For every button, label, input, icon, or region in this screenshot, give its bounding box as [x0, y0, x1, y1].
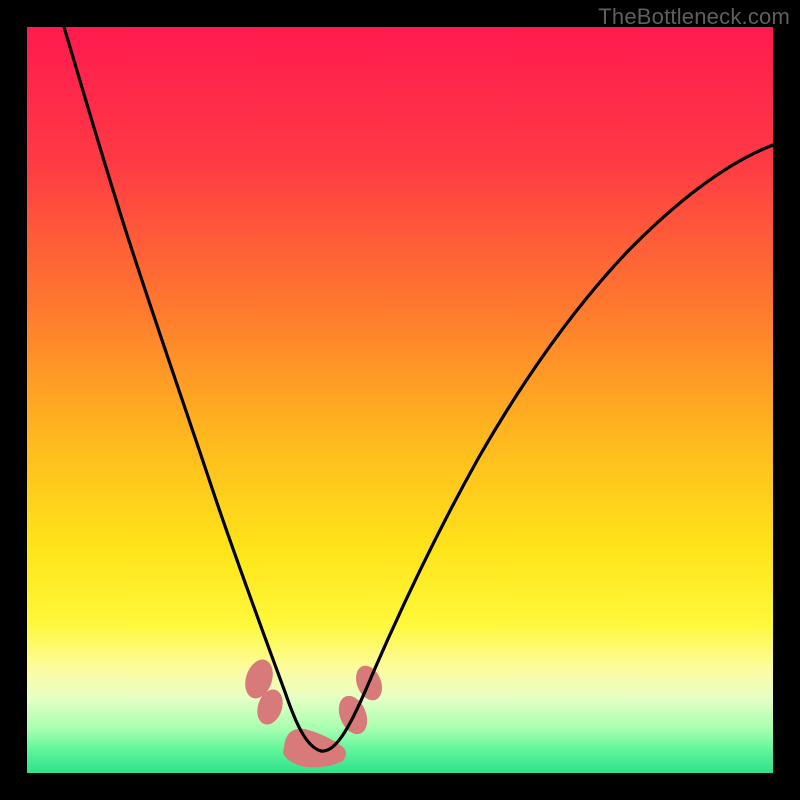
watermark-text: TheBottleneck.com — [598, 4, 790, 30]
bottleneck-curve — [64, 27, 773, 751]
chart-frame: TheBottleneck.com — [0, 0, 800, 800]
highlight-marker-valley — [240, 656, 386, 767]
plot-area — [27, 27, 773, 773]
chart-overlay — [27, 27, 773, 773]
